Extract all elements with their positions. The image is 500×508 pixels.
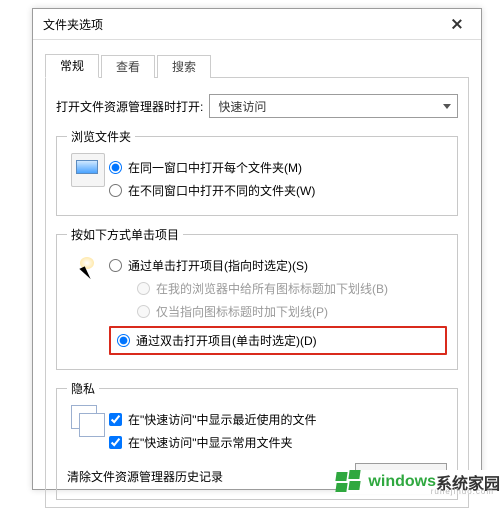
files-icon xyxy=(67,405,109,457)
open-explorer-row: 打开文件资源管理器时打开: 快速访问 xyxy=(56,94,458,118)
tab-view[interactable]: 查看 xyxy=(101,55,155,78)
check-recent-files-label: 在"快速访问"中显示最近使用的文件 xyxy=(128,411,317,428)
watermark-brand: windows xyxy=(368,473,436,491)
clear-history-label: 清除文件资源管理器历史记录 xyxy=(67,468,355,485)
browse-folders-legend: 浏览文件夹 xyxy=(67,128,135,145)
check-frequent-folders-label: 在"快速访问"中显示常用文件夹 xyxy=(128,434,293,451)
radio-underline-point: 仅当指向图标标题时加下划线(P) xyxy=(137,303,447,320)
tab-search[interactable]: 搜索 xyxy=(157,55,211,78)
tab-pane-general: 打开文件资源管理器时打开: 快速访问 浏览文件夹 在同一窗口中打开每个文件夹(M… xyxy=(45,78,469,508)
browse-folders-group: 浏览文件夹 在同一窗口中打开每个文件夹(M) 在不同窗口中打开不同的文件夹(W) xyxy=(56,128,458,216)
close-icon xyxy=(452,19,462,29)
radio-single-click[interactable]: 通过单击打开项目(指向时选定)(S) xyxy=(109,257,447,274)
radio-underline-browser-label: 在我的浏览器中给所有图标标题加下划线(B) xyxy=(156,280,388,297)
radio-new-window[interactable]: 在不同窗口中打开不同的文件夹(W) xyxy=(109,182,447,199)
highlight-box: 通过双击打开项目(单击时选定)(D) xyxy=(109,326,447,355)
radio-double-click-input[interactable] xyxy=(117,334,130,347)
radio-double-click[interactable]: 通过双击打开项目(单击时选定)(D) xyxy=(117,332,317,349)
radio-same-window-input[interactable] xyxy=(109,161,122,174)
tab-general[interactable]: 常规 xyxy=(45,54,99,78)
radio-double-click-label: 通过双击打开项目(单击时选定)(D) xyxy=(136,332,317,349)
check-frequent-folders-input[interactable] xyxy=(109,436,122,449)
check-recent-files-input[interactable] xyxy=(109,413,122,426)
privacy-legend: 隐私 xyxy=(67,380,99,397)
open-explorer-label: 打开文件资源管理器时打开: xyxy=(56,98,203,115)
titlebar: 文件夹选项 xyxy=(33,9,481,40)
dialog-window: 文件夹选项 常规 查看 搜索 打开文件资源管理器时打开: 快速访问 浏览文件夹 xyxy=(32,8,482,490)
chevron-down-icon xyxy=(443,104,451,109)
folder-window-icon xyxy=(67,153,109,205)
tab-strip: 常规 查看 搜索 xyxy=(45,53,469,78)
windows-logo-icon xyxy=(336,470,364,494)
click-behavior-legend: 按如下方式单击项目 xyxy=(67,226,183,243)
window-title: 文件夹选项 xyxy=(43,16,103,33)
radio-new-window-label: 在不同窗口中打开不同的文件夹(W) xyxy=(128,182,315,199)
close-button[interactable] xyxy=(437,10,477,38)
open-explorer-combo[interactable]: 快速访问 xyxy=(209,94,458,118)
check-recent-files[interactable]: 在"快速访问"中显示最近使用的文件 xyxy=(109,411,447,428)
watermark: windows系统家园 ruhejihuo.com xyxy=(336,470,500,494)
radio-same-window-label: 在同一窗口中打开每个文件夹(M) xyxy=(128,159,302,176)
open-explorer-value: 快速访问 xyxy=(218,98,266,115)
dialog-body: 常规 查看 搜索 打开文件资源管理器时打开: 快速访问 浏览文件夹 xyxy=(45,53,469,489)
radio-new-window-input[interactable] xyxy=(109,184,122,197)
radio-underline-point-input xyxy=(137,305,150,318)
radio-underline-browser-input xyxy=(137,282,150,295)
radio-underline-point-label: 仅当指向图标标题时加下划线(P) xyxy=(156,303,328,320)
radio-single-click-input[interactable] xyxy=(109,259,122,272)
radio-underline-browser: 在我的浏览器中给所有图标标题加下划线(B) xyxy=(137,280,447,297)
cursor-icon xyxy=(67,251,109,359)
watermark-url: ruhejihuo.com xyxy=(431,487,494,496)
click-behavior-group: 按如下方式单击项目 通过单击打开项目(指向时选定)(S) 在我的浏览器中给所有图… xyxy=(56,226,458,370)
radio-single-click-label: 通过单击打开项目(指向时选定)(S) xyxy=(128,257,308,274)
check-frequent-folders[interactable]: 在"快速访问"中显示常用文件夹 xyxy=(109,434,447,451)
radio-same-window[interactable]: 在同一窗口中打开每个文件夹(M) xyxy=(109,159,447,176)
